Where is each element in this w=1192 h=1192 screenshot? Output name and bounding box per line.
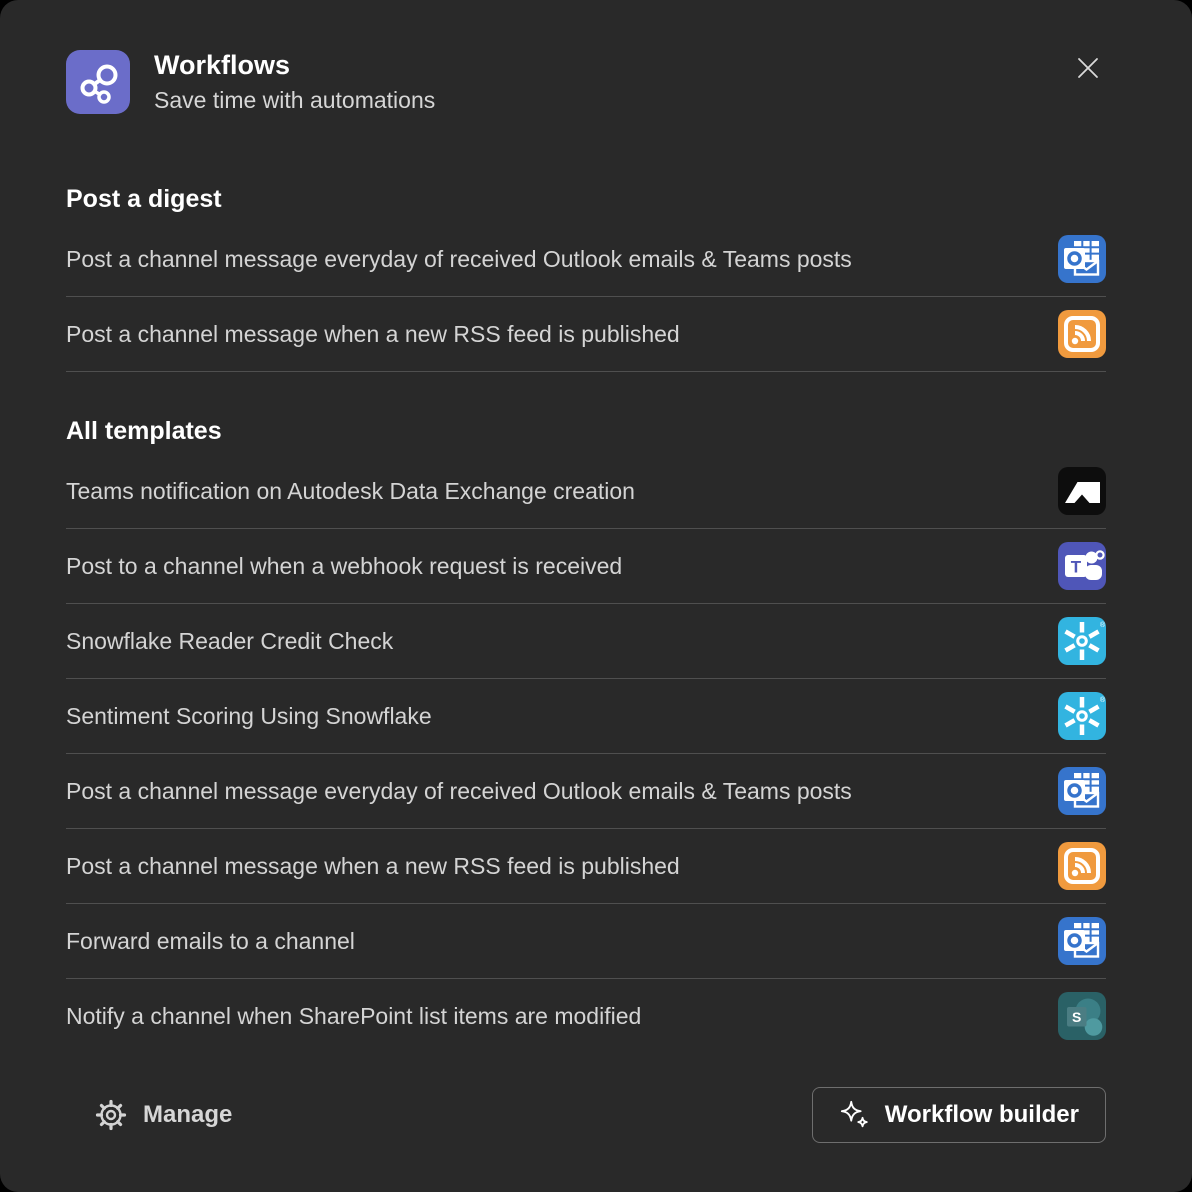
template-row[interactable]: Sentiment Scoring Using Snowflake ® [66,679,1106,754]
template-label: Post a channel message everyday of recei… [66,778,858,805]
template-row[interactable]: Post a channel message when a new RSS fe… [66,829,1106,904]
post-a-digest-list: Post a channel message everyday of recei… [66,222,1106,372]
outlook-icon [1058,235,1106,283]
sharepoint-icon: S [1058,992,1106,1040]
teams-icon: T [1058,542,1106,590]
manage-button[interactable]: Manage [94,1098,232,1132]
workflow-builder-button[interactable]: Workflow builder [812,1087,1106,1143]
template-label: Post a channel message when a new RSS fe… [66,853,686,880]
template-row[interactable]: Teams notification on Autodesk Data Exch… [66,454,1106,529]
gear-icon [94,1098,128,1132]
svg-text:T: T [1071,558,1082,577]
dialog-footer: Manage Workflow builder [66,1087,1106,1143]
autodesk-icon [1058,467,1106,515]
section-heading-post-a-digest: Post a digest [66,184,1106,214]
template-row[interactable]: Post a channel message when a new RSS fe… [66,297,1106,372]
svg-text:S: S [1072,1009,1081,1025]
template-row[interactable]: Notify a channel when SharePoint list it… [66,979,1106,1053]
svg-text:®: ® [1100,621,1106,629]
template-label: Post a channel message everyday of recei… [66,246,858,273]
close-icon [1073,53,1103,83]
template-label: Teams notification on Autodesk Data Exch… [66,478,641,505]
dialog-subtitle: Save time with automations [154,87,435,114]
outlook-icon [1058,917,1106,965]
template-label: Post a channel message when a new RSS fe… [66,321,686,348]
template-label: Forward emails to a channel [66,928,361,955]
dialog-header: Workflows Save time with automations [66,50,1106,114]
manage-label: Manage [143,1101,232,1129]
template-row[interactable]: Post a channel message everyday of recei… [66,222,1106,297]
snowflake-icon: ® [1058,617,1106,665]
close-button[interactable] [1070,50,1106,86]
template-label: Snowflake Reader Credit Check [66,628,399,655]
outlook-icon [1058,767,1106,815]
rss-icon [1058,842,1106,890]
snowflake-icon: ® [1058,692,1106,740]
all-templates-list: Teams notification on Autodesk Data Exch… [66,454,1106,1053]
svg-text:®: ® [1100,696,1106,704]
template-row[interactable]: Forward emails to a channel [66,904,1106,979]
workflows-app-icon [66,50,130,114]
dialog-title: Workflows [154,50,435,81]
workflows-dialog: Workflows Save time with automations Pos… [0,0,1192,1192]
sparkle-icon [839,1099,871,1131]
section-heading-all-templates: All templates [66,416,1106,446]
header-text: Workflows Save time with automations [154,50,435,113]
template-row[interactable]: Snowflake Reader Credit Check ® [66,604,1106,679]
template-label: Sentiment Scoring Using Snowflake [66,703,438,730]
template-row[interactable]: Post a channel message everyday of recei… [66,754,1106,829]
workflow-builder-label: Workflow builder [885,1101,1079,1129]
rss-icon [1058,310,1106,358]
template-label: Post to a channel when a webhook request… [66,553,628,580]
template-row[interactable]: Post to a channel when a webhook request… [66,529,1106,604]
template-label: Notify a channel when SharePoint list it… [66,1003,647,1030]
